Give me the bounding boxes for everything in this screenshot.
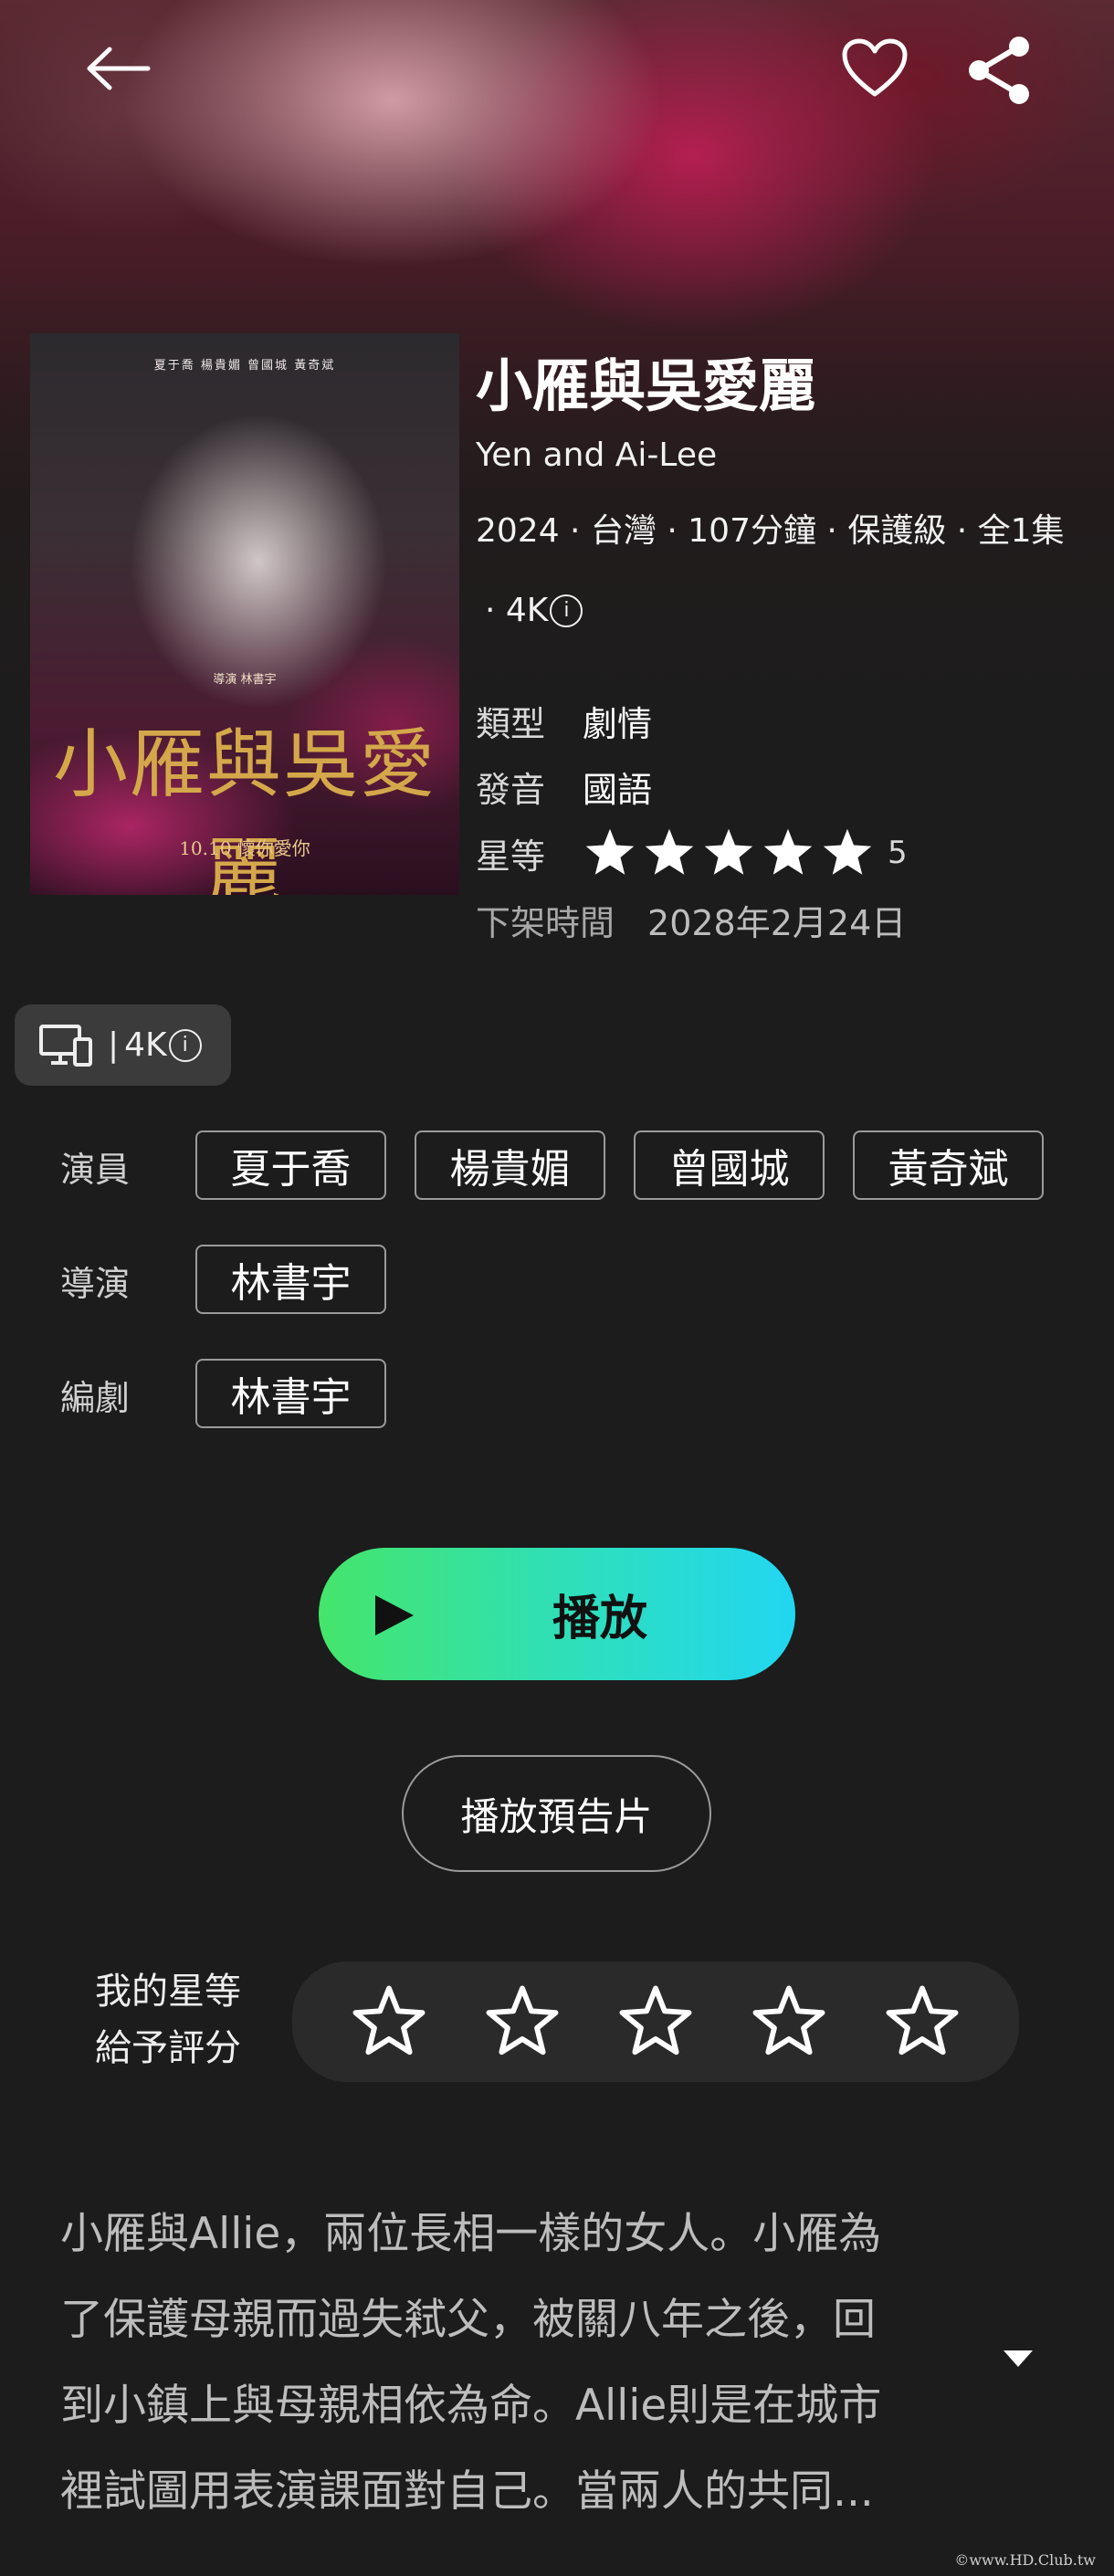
- delist-label: 下架時間: [476, 903, 615, 943]
- synopsis-text: 小雁與Allie，兩位長相一樣的女人。小雁為 了保護母親而過失弒父，被關八年之後…: [60, 2192, 983, 2535]
- genre-value: 劇情: [583, 704, 653, 744]
- rating-row: 星等 5: [476, 826, 908, 879]
- back-arrow-icon: [87, 47, 151, 90]
- synopsis-line: 小雁與Allie，兩位長相一樣的女人。小雁為: [60, 2209, 882, 2259]
- cast-chip[interactable]: 夏于喬: [195, 1130, 386, 1200]
- movie-english-title: Yen and Ai-Lee: [476, 436, 718, 474]
- devices-icon: [39, 1024, 92, 1067]
- play-button[interactable]: 播放: [319, 1548, 795, 1680]
- genre-row: 類型 劇情: [476, 696, 652, 746]
- synopsis-line: 了保護母親而過失弒父，被關八年之後，回: [60, 2295, 876, 2345]
- play-label: 播放: [552, 1592, 647, 1646]
- my-rating-label: 我的星等 給予評分: [95, 1963, 241, 2077]
- info-icon[interactable]: i: [550, 594, 583, 627]
- share-icon: [969, 37, 1029, 104]
- rating-value: 5: [888, 835, 908, 871]
- poster-date: 10.10 懷你愛你: [179, 837, 310, 859]
- my-rating-label-line2: 給予評分: [95, 2027, 241, 2069]
- movie-title: 小雁與吳愛麗: [476, 352, 816, 419]
- poster-credits: 夏于喬 楊貴媚 曾國城 黃奇斌: [153, 359, 336, 373]
- movie-meta: 2024 · 台灣 · 107分鐘 · 保護級 · 全1集: [476, 512, 1065, 550]
- rating-label: 星等: [476, 836, 546, 877]
- share-button[interactable]: [962, 34, 1035, 107]
- writer-label: 編劇: [60, 1378, 131, 1418]
- audio-value: 國語: [583, 770, 653, 810]
- device-quality: 4K: [124, 1026, 167, 1064]
- poster-director: 導演 林書宇: [213, 673, 277, 687]
- delist-date: 2028年2月24日: [647, 903, 907, 943]
- star-outline-icon[interactable]: [349, 1983, 429, 2060]
- star-filled-icon: [823, 828, 872, 875]
- star-filled-icon: [585, 828, 635, 875]
- play-trailer-button[interactable]: 播放預告片: [402, 1755, 711, 1872]
- genre-label: 類型: [476, 704, 546, 744]
- quality-label: · 4K: [485, 592, 549, 629]
- caret-down-icon: [1004, 2350, 1033, 2367]
- star-outline-icon[interactable]: [882, 1983, 962, 2060]
- device-quality-badge[interactable]: | 4K i: [15, 1004, 231, 1086]
- poster-image: 夏于喬 楊貴媚 曾國城 黃奇斌 導演 林書宇 小雁與吳愛麗 10.10 懷你愛你: [30, 333, 459, 895]
- cast-chip[interactable]: 黃奇斌: [853, 1130, 1044, 1200]
- audio-label: 發音: [476, 770, 546, 810]
- watermark: ©www.HD.Club.tw: [954, 2551, 1096, 2569]
- cast-chip[interactable]: 楊貴媚: [415, 1130, 605, 1200]
- info-icon[interactable]: i: [168, 1028, 202, 1062]
- star-filled-icon: [645, 828, 694, 875]
- expand-synopsis-button[interactable]: [1002, 2349, 1035, 2372]
- cast-label: 演員: [60, 1150, 131, 1190]
- my-rating-label-line1: 我的星等: [95, 1971, 241, 2013]
- cast-chip[interactable]: 曾國城: [634, 1130, 825, 1200]
- director-label: 導演: [60, 1264, 131, 1304]
- heart-icon: [842, 38, 908, 97]
- star-outline-icon[interactable]: [482, 1983, 562, 2060]
- synopsis-line: 到小鎮上與母親相依為命。Allie則是在城市: [60, 2381, 882, 2431]
- movie-quality: · 4K i: [485, 592, 583, 629]
- synopsis-line: 裡試圖用表演課面對自己。當兩人的共同...: [60, 2466, 874, 2517]
- poster-title: 小雁與吳愛麗: [52, 721, 436, 895]
- star-filled-icon: [704, 828, 753, 875]
- favorite-button[interactable]: [838, 31, 911, 104]
- writer-chip[interactable]: 林書宇: [195, 1359, 386, 1428]
- play-icon: [375, 1595, 414, 1635]
- rating-stars: [583, 826, 875, 879]
- star-outline-icon[interactable]: [749, 1983, 829, 2060]
- my-rating-panel: [292, 1961, 1019, 2082]
- star-outline-icon[interactable]: [615, 1983, 696, 2060]
- audio-row: 發音 國語: [476, 762, 652, 812]
- delist-row: 下架時間 2028年2月24日: [476, 895, 906, 945]
- director-chip[interactable]: 林書宇: [195, 1245, 386, 1314]
- star-filled-icon: [763, 828, 813, 875]
- device-separator: |: [108, 1026, 120, 1064]
- back-button[interactable]: [82, 41, 155, 96]
